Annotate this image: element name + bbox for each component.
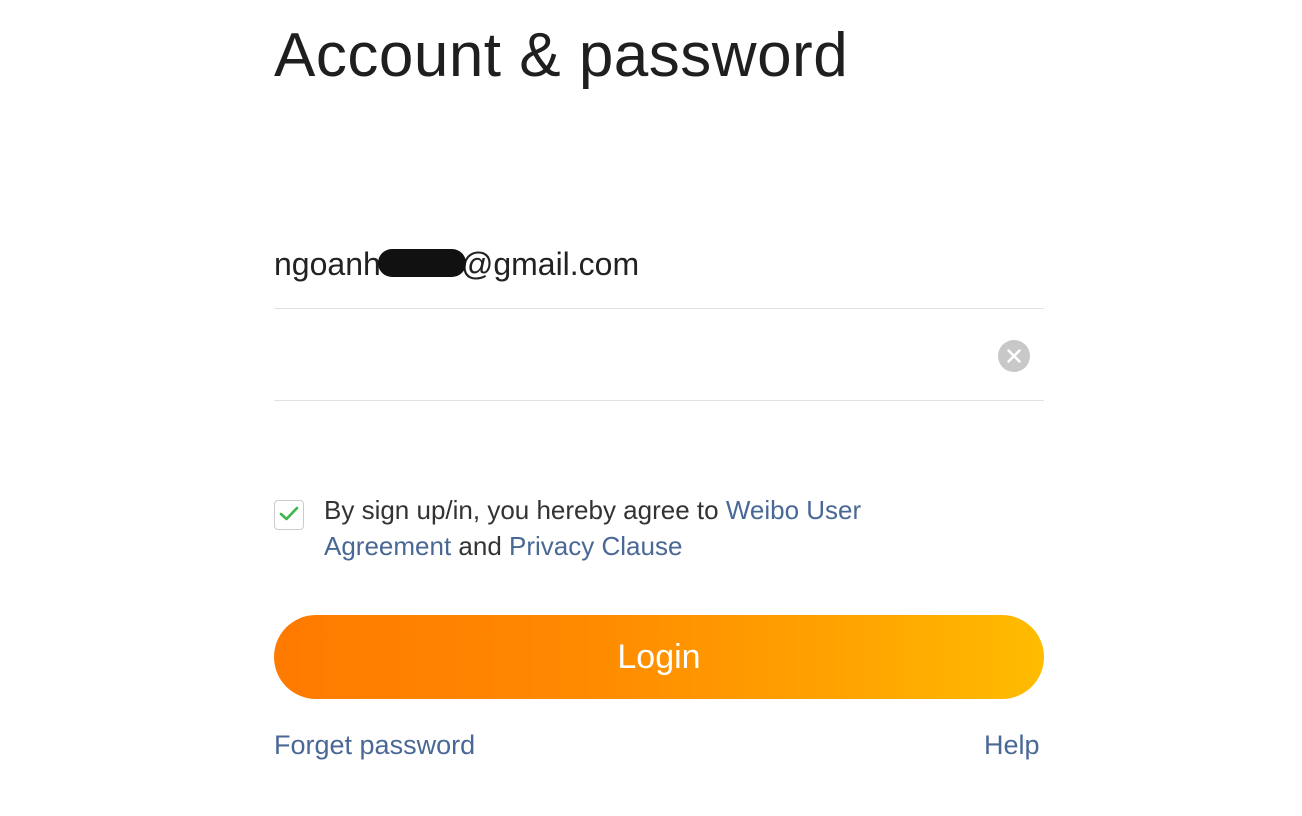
page-title: Account & password bbox=[274, 21, 849, 90]
clear-input-button[interactable] bbox=[998, 340, 1030, 372]
checkmark-icon bbox=[279, 506, 299, 521]
login-button[interactable]: Login bbox=[274, 615, 1044, 699]
password-input[interactable] bbox=[274, 310, 974, 400]
agreement-checkbox[interactable] bbox=[274, 500, 304, 530]
account-input[interactable] bbox=[274, 232, 974, 296]
account-field bbox=[274, 232, 1044, 309]
help-link[interactable]: Help bbox=[984, 730, 1040, 761]
privacy-clause-link[interactable]: Privacy Clause bbox=[509, 531, 682, 561]
agreement-text: By sign up/in, you hereby agree to Weibo… bbox=[324, 492, 924, 564]
clear-circle-icon bbox=[1007, 349, 1021, 363]
agreement-joiner: and bbox=[451, 531, 510, 561]
agreement-prefix: By sign up/in, you hereby agree to bbox=[324, 495, 726, 525]
forget-password-link[interactable]: Forget password bbox=[274, 730, 475, 761]
password-field bbox=[274, 310, 1044, 401]
